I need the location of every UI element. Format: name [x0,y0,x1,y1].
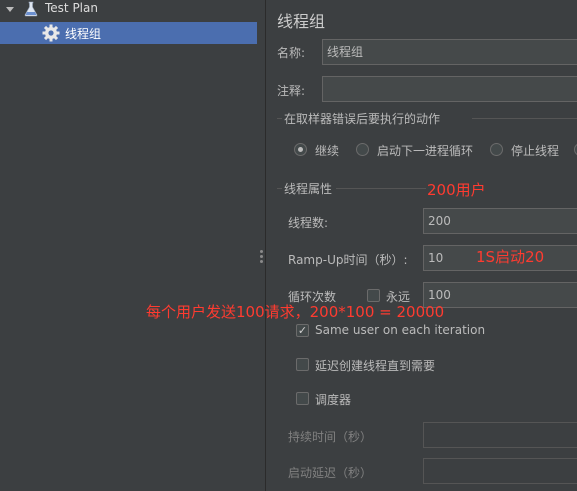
radio-start-next-loop[interactable] [356,143,369,156]
divider-grip-icon[interactable] [260,250,263,265]
gear-icon [42,24,60,42]
collapse-arrow-icon[interactable] [4,3,18,17]
flask-icon [23,1,39,17]
panel-title: 线程组 [277,12,326,31]
annotation-requests: 每个用户发送100请求，200*100 = 20000 [146,303,445,321]
comment-field[interactable] [322,76,577,102]
tree-selection-highlight [0,22,257,44]
name-field[interactable]: 线程组 [322,39,577,65]
radio-stop-thread[interactable] [490,143,503,156]
comment-label: 注释: [277,84,306,98]
split-pane-divider[interactable] [257,0,266,491]
group-border [277,188,282,189]
name-label: 名称: [277,46,306,60]
group-border [472,118,577,119]
startup-delay-field[interactable] [423,458,577,484]
startup-delay-label: 启动延迟（秒） [288,466,373,480]
threads-field[interactable]: 200 [423,208,577,234]
duration-field[interactable] [423,422,577,448]
annotation-users: 200用户 [427,181,486,199]
radio-stop-thread-label[interactable]: 停止线程 [511,142,559,159]
radio-continue-label[interactable]: 继续 [315,142,339,159]
same-user-checkbox[interactable]: ✓ [296,324,309,337]
group-border [336,188,426,189]
scheduler-label[interactable]: 调度器 [315,391,351,408]
sampler-error-group-title: 在取样器错误后要执行的动作 [284,112,441,126]
scheduler-checkbox[interactable] [296,392,309,405]
test-plan-tree: Test Plan 线程组 [0,0,257,491]
thread-props-group-title: 线程属性 [284,182,333,196]
delay-thread-creation-label[interactable]: 延迟创建线程直到需要 [315,357,435,374]
delay-thread-creation-checkbox[interactable] [296,358,309,371]
duration-label: 持续时间（秒） [288,430,373,444]
annotation-rampup: 1S启动20 [476,248,545,266]
group-border [277,118,282,119]
radio-start-next-loop-label[interactable]: 启动下一进程循环 [377,142,473,159]
loop-count-field[interactable]: 100 [423,282,577,308]
threads-label: 线程数: [288,216,329,230]
tree-item-test-plan[interactable]: Test Plan [45,1,98,15]
radio-continue[interactable] [294,143,307,156]
same-user-label[interactable]: Same user on each iteration [315,323,485,337]
tree-item-thread-group[interactable]: 线程组 [65,25,101,42]
rampup-label: Ramp-Up时间（秒）: [288,253,408,267]
